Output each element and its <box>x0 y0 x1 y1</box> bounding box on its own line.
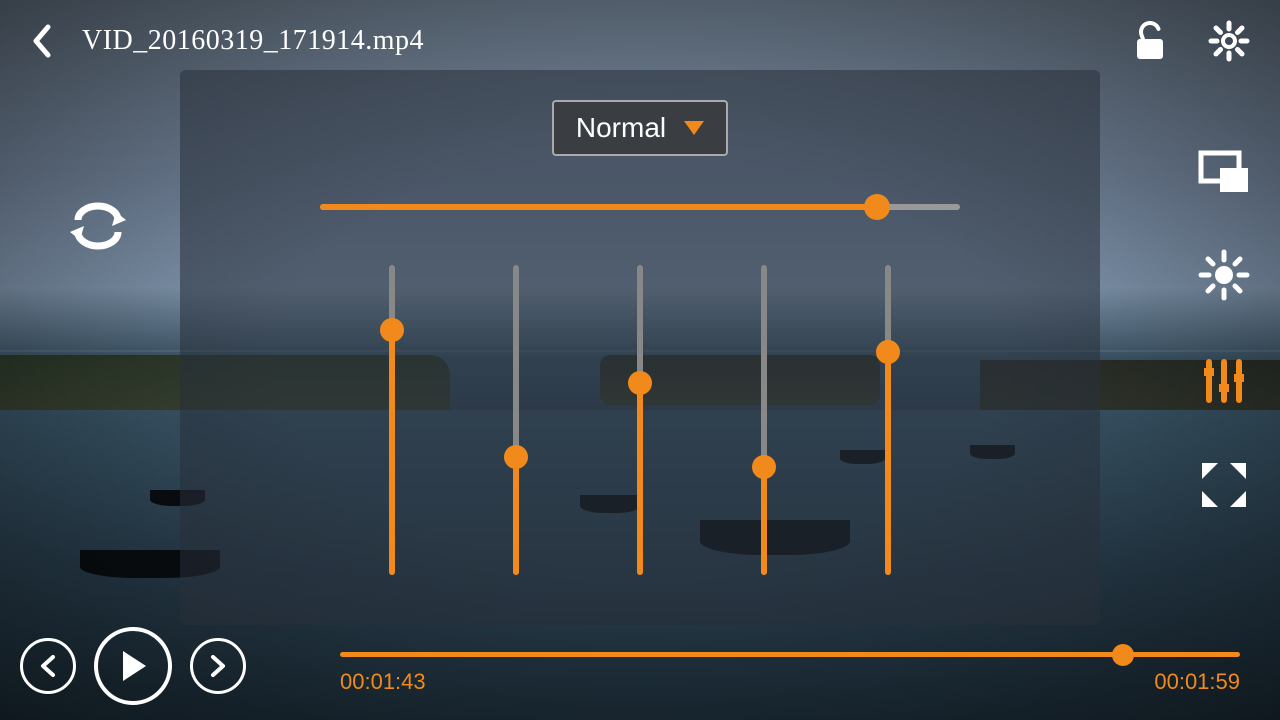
video-player: VID_20160319_171914.mp4 <box>0 0 1280 720</box>
expand-icon <box>1200 461 1248 509</box>
eq-preset-label: Normal <box>576 112 666 144</box>
previous-button[interactable] <box>20 638 76 694</box>
eq-band-2[interactable] <box>513 265 519 575</box>
next-button[interactable] <box>190 638 246 694</box>
eq-gain-fill <box>320 204 877 210</box>
unlock-icon <box>1132 21 1168 61</box>
next-icon <box>209 654 227 678</box>
playback-controls <box>20 627 246 705</box>
video-filename: VID_20160319_171914.mp4 <box>82 25 424 57</box>
eq-gain-thumb[interactable] <box>864 194 890 220</box>
play-button[interactable] <box>94 627 172 705</box>
eq-band-5[interactable] <box>885 265 891 575</box>
seek-bar[interactable] <box>340 652 1240 657</box>
eq-preset-dropdown[interactable]: Normal <box>552 100 728 156</box>
equalizer-icon <box>1199 356 1249 406</box>
equalizer-panel: Normal <box>180 70 1100 625</box>
equalizer-button[interactable] <box>1199 356 1249 406</box>
pip-icon <box>1198 150 1250 194</box>
play-icon <box>118 649 148 683</box>
lock-button[interactable] <box>1132 21 1168 61</box>
seek-thumb[interactable] <box>1112 644 1134 666</box>
seek-area: 00:01:43 00:01:59 <box>340 652 1240 695</box>
eq-bands <box>389 265 891 575</box>
prev-icon <box>39 654 57 678</box>
brightness-button[interactable] <box>1198 249 1250 301</box>
chevron-down-icon <box>684 121 704 135</box>
back-icon <box>30 23 52 59</box>
eq-band-3[interactable] <box>637 265 643 575</box>
brightness-icon <box>1198 249 1250 301</box>
back-button[interactable] <box>30 23 52 59</box>
header-bar: VID_20160319_171914.mp4 <box>30 20 1250 62</box>
loop-button[interactable] <box>70 200 126 252</box>
current-time: 00:01:43 <box>340 669 426 695</box>
settings-button[interactable] <box>1208 20 1250 62</box>
loop-icon <box>70 200 126 252</box>
pip-button[interactable] <box>1198 150 1250 194</box>
duration-time: 00:01:59 <box>1154 669 1240 695</box>
eq-band-1[interactable] <box>389 265 395 575</box>
gear-icon <box>1208 20 1250 62</box>
eq-band-4[interactable] <box>761 265 767 575</box>
fullscreen-button[interactable] <box>1200 461 1248 509</box>
eq-gain-slider[interactable] <box>320 204 960 210</box>
